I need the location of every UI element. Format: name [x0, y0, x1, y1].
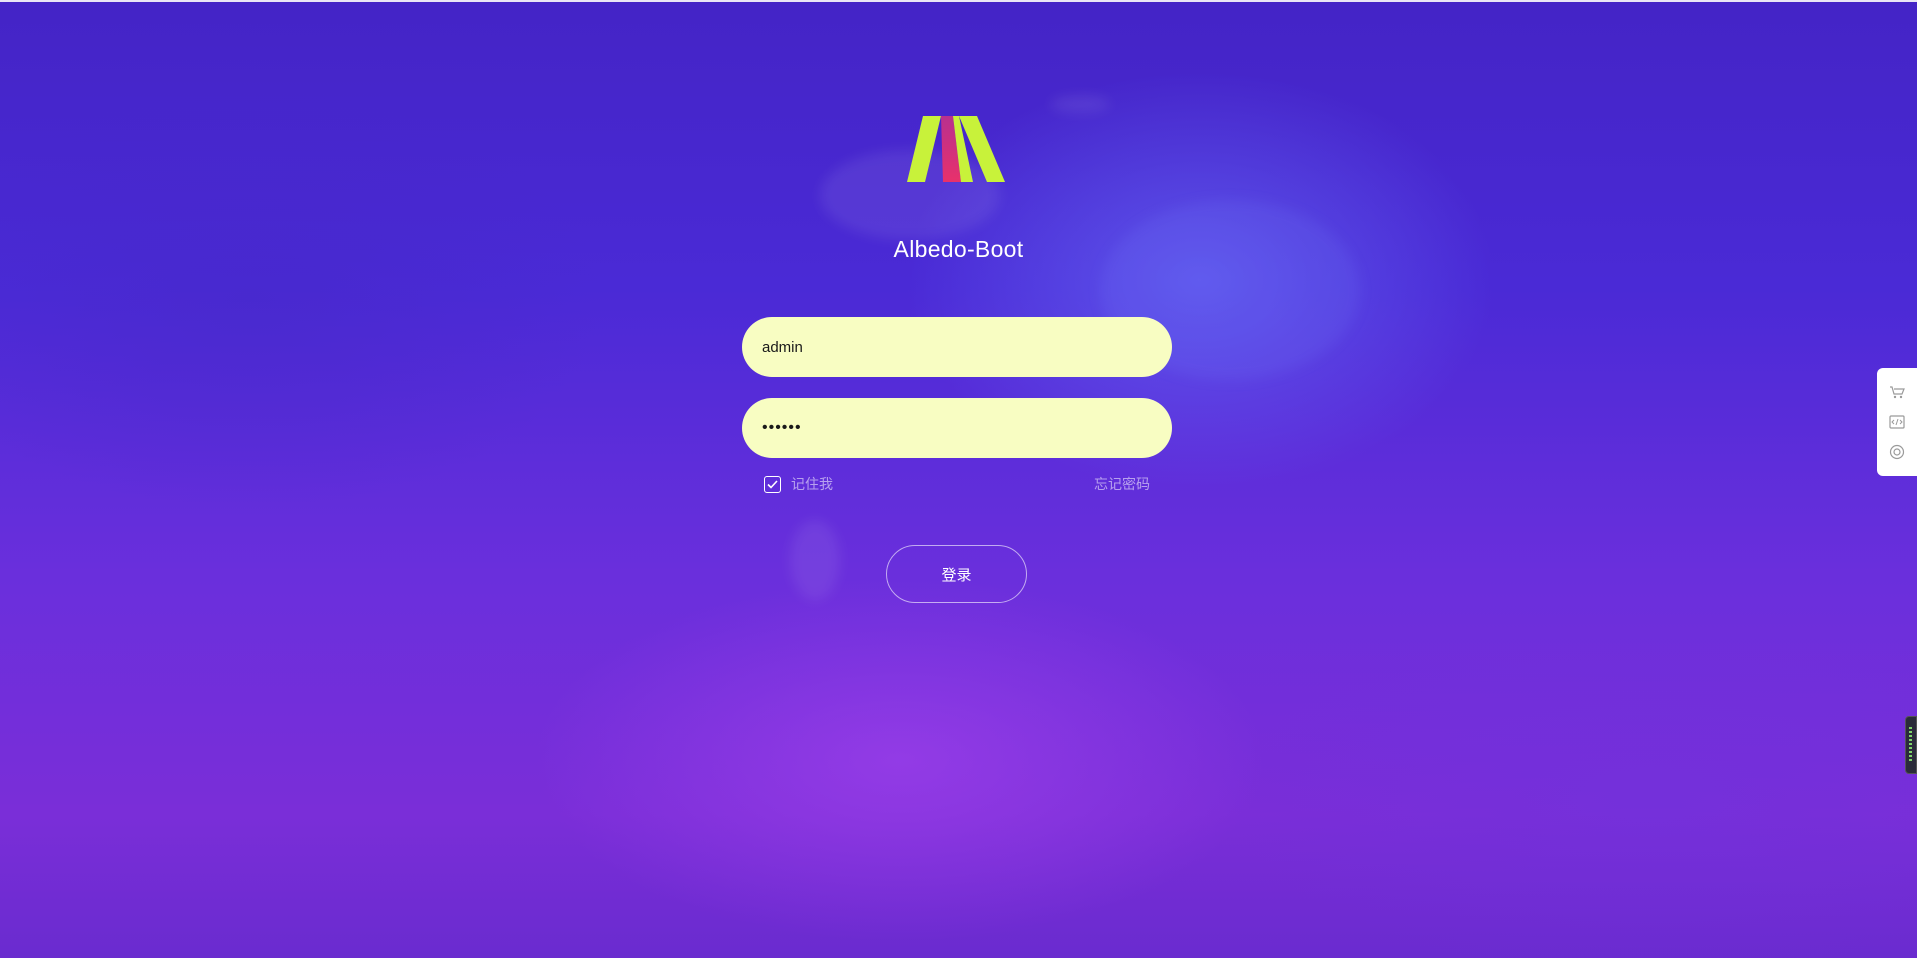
cart-icon[interactable]: [1889, 384, 1905, 400]
remember-me-label: 记住我: [791, 477, 833, 493]
forgot-password-link[interactable]: 忘记密码: [1094, 474, 1150, 494]
remember-me-checkbox[interactable]: [764, 475, 781, 493]
app-logo: [907, 116, 1005, 182]
help-icon[interactable]: [1889, 444, 1905, 460]
remember-me[interactable]: 记住我: [764, 474, 833, 494]
username-value: admin: [762, 338, 803, 356]
password-input[interactable]: ••••••: [742, 398, 1172, 458]
code-icon[interactable]: [1889, 414, 1905, 430]
check-icon: [767, 479, 778, 489]
top-border: [0, 0, 1917, 2]
username-input[interactable]: admin: [742, 317, 1172, 377]
background-texture: [790, 520, 840, 600]
password-value: ••••••: [762, 419, 802, 436]
app-title: Albedo-Boot: [893, 236, 1024, 262]
side-drawer-handle[interactable]: [1905, 716, 1917, 774]
login-page: Albedo-Boot admin •••••• 记住我 忘记密码 登录: [0, 0, 1917, 958]
login-button[interactable]: 登录: [886, 545, 1027, 603]
background-texture: [1050, 95, 1110, 113]
side-toolbar: [1877, 368, 1917, 476]
